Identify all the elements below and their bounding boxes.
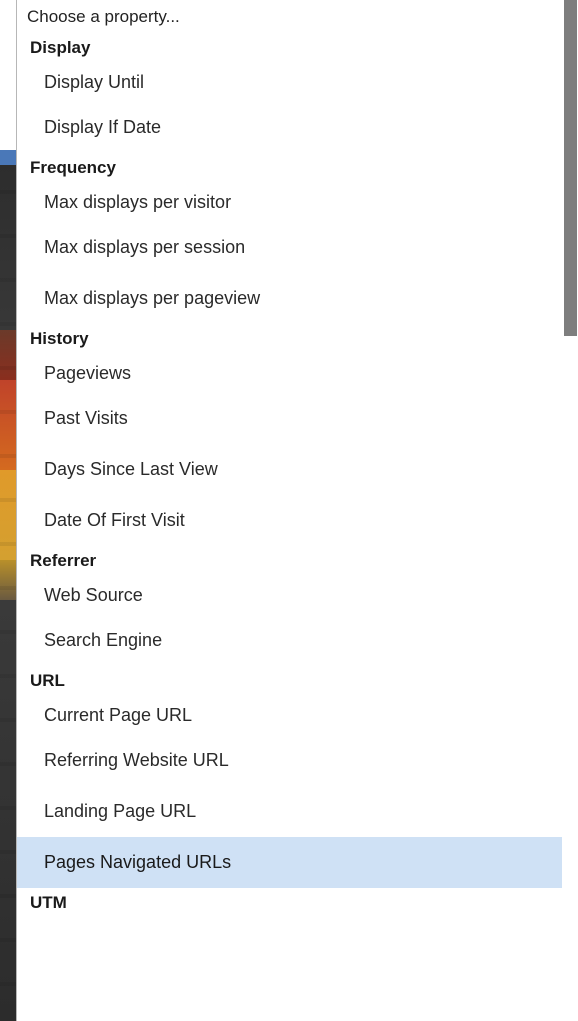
group-label-history: History [30,329,89,348]
option-current-page-url[interactable]: Current Page URL [17,695,562,735]
group-label-display: Display [30,38,91,57]
screen: Choose a property... Display Display Unt… [0,0,578,1021]
option-days-since-last-view[interactable]: Days Since Last View [17,444,562,495]
dropdown-placeholder[interactable]: Choose a property... [17,0,562,33]
option-referring-website-url[interactable]: Referring Website URL [17,735,562,786]
group-label-utm: UTM [30,893,67,912]
option-max-displays-per-visitor[interactable]: Max displays per visitor [17,182,562,222]
option-display-until[interactable]: Display Until [17,62,562,102]
scrollbar-thumb[interactable] [564,0,577,336]
option-display-if-date[interactable]: Display If Date [17,102,562,153]
property-options-list: Choose a property... Display Display Unt… [17,0,578,917]
option-max-displays-per-pageview[interactable]: Max displays per pageview [17,273,562,324]
option-past-visits[interactable]: Past Visits [17,393,562,444]
option-web-source[interactable]: Web Source [17,575,562,615]
option-max-displays-per-session[interactable]: Max displays per session [17,222,562,273]
option-search-engine[interactable]: Search Engine [17,615,562,666]
background-page-strip [0,0,16,1021]
group-label-url: URL [30,671,65,690]
property-dropdown-list[interactable]: Choose a property... Display Display Unt… [16,0,578,1021]
option-pages-navigated-urls[interactable]: Pages Navigated URLs [17,837,578,888]
option-date-of-first-visit[interactable]: Date Of First Visit [17,495,562,546]
group-label-frequency: Frequency [30,158,116,177]
group-label-referrer: Referrer [30,551,97,570]
option-pageviews[interactable]: Pageviews [17,353,562,393]
highlighted-row: Pages Navigated URLs [17,837,578,888]
dropdown-scrollbar[interactable] [562,0,578,1021]
option-landing-page-url[interactable]: Landing Page URL [17,786,562,837]
